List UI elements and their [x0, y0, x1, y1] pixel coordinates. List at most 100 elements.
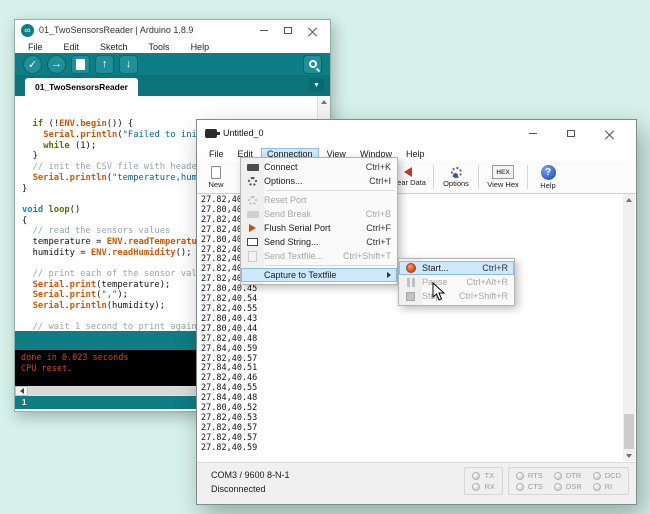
- menu-item-reset-port[interactable]: Reset Port: [241, 193, 397, 207]
- save-sketch-button[interactable]: ↓: [119, 55, 138, 74]
- menu-item-flush-serial-port[interactable]: Flush Serial PortCtrl+F: [241, 221, 397, 235]
- gear-icon: [248, 177, 257, 186]
- menu-item-connect[interactable]: ConnectCtrl+K: [241, 160, 397, 174]
- serial-line: 27.82,40.55: [201, 305, 622, 315]
- send-string-icon: [247, 238, 258, 246]
- capture-submenu: Start...Ctrl+RPauseCtrl+Alt+RStopCtrl+Sh…: [398, 258, 515, 306]
- toolbar-new-file-button[interactable]: New: [199, 162, 233, 192]
- view-hex-icon: HEX: [492, 165, 514, 179]
- menu-separator: [266, 265, 395, 266]
- led-dsr: DSR: [554, 482, 582, 491]
- menu-item-shortcut: Ctrl+K: [366, 162, 391, 172]
- arduino-titlebar[interactable]: ∞ 01_TwoSensorsReader | Arduino 1.8.9: [15, 20, 330, 40]
- arduino-window-title: 01_TwoSensorsReader | Arduino 1.8.9: [39, 25, 193, 35]
- menubar-item-file[interactable]: File: [22, 41, 49, 53]
- scroll-up-button[interactable]: [623, 194, 635, 205]
- led-dot-icon: [593, 483, 601, 491]
- verify-icon: ✓: [28, 58, 37, 71]
- led-dot-icon: [516, 472, 524, 480]
- new-sketch-button[interactable]: [71, 55, 90, 74]
- led-group: RTSCTSDTRDSRDCDRI: [508, 467, 629, 495]
- led-dot-icon: [472, 483, 480, 491]
- led-label: CTS: [528, 482, 543, 491]
- serial-line: 27.82,40.57: [201, 434, 622, 444]
- coolterm-close-button[interactable]: [590, 120, 628, 146]
- upload-button[interactable]: →: [47, 55, 66, 74]
- led-dot-icon: [516, 483, 524, 491]
- toolbar-separator: [433, 165, 434, 189]
- submenu-arrow-icon: [387, 272, 391, 278]
- menu-separator: [266, 190, 395, 191]
- menubar-item-help[interactable]: Help: [400, 148, 431, 160]
- menu-item-send-string[interactable]: Send String...Ctrl+T: [241, 235, 397, 249]
- port-settings-text: COM3 / 9600 8-N-1: [211, 468, 290, 482]
- serial-line: 27.82,40.57: [201, 424, 622, 434]
- open-sketch-icon: ↑: [102, 58, 108, 70]
- menu-item-label: Send String...: [264, 237, 319, 247]
- serial-line: 27.84,40.55: [201, 384, 622, 394]
- coolterm-titlebar[interactable]: Untitled_0: [197, 120, 636, 146]
- reset-icon: [248, 196, 257, 205]
- menu-item-send-break[interactable]: Send BreakCtrl+B: [241, 207, 397, 221]
- led-label: TX: [484, 471, 494, 480]
- toolbar-help-button[interactable]: ?Help: [530, 162, 566, 192]
- menu-item-send-textfile[interactable]: Send Textfile...Ctrl+Shift+T: [241, 249, 397, 263]
- sketch-tab[interactable]: 01_TwoSensorsReader: [25, 78, 138, 96]
- led-group: TX RX: [464, 467, 502, 495]
- menu-item-capture-to-textfile[interactable]: Capture to Textfile: [241, 268, 397, 282]
- menubar-item-help[interactable]: Help: [185, 41, 216, 53]
- menu-item-pause[interactable]: PauseCtrl+Alt+R: [399, 275, 514, 289]
- chevron-down-icon: ▼: [313, 82, 320, 89]
- toolbar-separator: [478, 165, 479, 189]
- sketch-tab-label: 01_TwoSensorsReader: [35, 82, 128, 92]
- led-dot-icon: [472, 472, 480, 480]
- serial-line: 27.82,40.46: [201, 374, 622, 384]
- coolterm-minimize-button[interactable]: [514, 120, 552, 146]
- maximize-icon: [567, 130, 575, 137]
- serial-monitor-button[interactable]: [303, 55, 322, 74]
- serial-line: 27.84,40.51: [201, 364, 622, 374]
- menu-item-icon-cell: [241, 211, 264, 218]
- arduino-logo-icon: ∞: [21, 24, 34, 37]
- led-rx: RX: [472, 482, 494, 491]
- menu-item-shortcut: Ctrl+R: [482, 263, 508, 273]
- scroll-left-button[interactable]: [15, 386, 28, 396]
- menubar-item-sketch[interactable]: Sketch: [94, 41, 134, 53]
- menubar-item-file[interactable]: File: [203, 148, 230, 160]
- menu-item-icon-cell: [241, 164, 264, 171]
- scroll-down-button[interactable]: [623, 450, 635, 461]
- serial-line: 27.82,40.59: [201, 444, 622, 454]
- menu-item-icon-cell: [241, 196, 264, 205]
- coolterm-window-title: Untitled_0: [223, 128, 264, 138]
- break-icon: [247, 211, 259, 218]
- coolterm-statusbar: COM3 / 9600 8-N-1 Disconnected TXRXRTSCT…: [197, 462, 636, 504]
- toolbar-options-gears-button[interactable]: Options: [436, 162, 476, 192]
- menu-item-label: Send Textfile...: [264, 251, 323, 261]
- arduino-maximize-button[interactable]: [276, 21, 300, 39]
- menubar-item-tools[interactable]: Tools: [143, 41, 176, 53]
- send-textfile-icon: [248, 251, 257, 262]
- flush-icon: [249, 224, 256, 232]
- open-sketch-button[interactable]: ↑: [95, 55, 114, 74]
- arduino-close-button[interactable]: [300, 21, 324, 39]
- coolterm-maximize-button[interactable]: [552, 120, 590, 146]
- menu-item-stop[interactable]: StopCtrl+Shift+R: [399, 289, 514, 303]
- scroll-down-icon: [626, 454, 632, 458]
- menu-item-options[interactable]: Options...Ctrl+I: [241, 174, 397, 188]
- arduino-tabstrip: 01_TwoSensorsReader ▼: [15, 75, 330, 96]
- serial-line: 27.80,40.52: [201, 404, 622, 414]
- new-sketch-icon: [76, 59, 85, 70]
- toolbar-view-hex-button[interactable]: HEXView Hex: [481, 162, 525, 192]
- menu-item-label: Options...: [264, 176, 303, 186]
- led-tx: TX: [472, 471, 494, 480]
- scrollbar-thumb[interactable]: [624, 414, 634, 449]
- menu-item-start[interactable]: Start...Ctrl+R: [399, 261, 514, 275]
- tab-dropdown-button[interactable]: ▼: [309, 78, 324, 92]
- terminal-scrollbar[interactable]: [623, 194, 635, 461]
- menubar-item-edit[interactable]: Edit: [58, 41, 86, 53]
- arduino-minimize-button[interactable]: [252, 21, 276, 39]
- toolbar-button-label: View Hex: [487, 180, 519, 189]
- serial-line: 27.80,40.44: [201, 325, 622, 335]
- help-icon: ?: [541, 165, 556, 180]
- verify-button[interactable]: ✓: [23, 55, 42, 74]
